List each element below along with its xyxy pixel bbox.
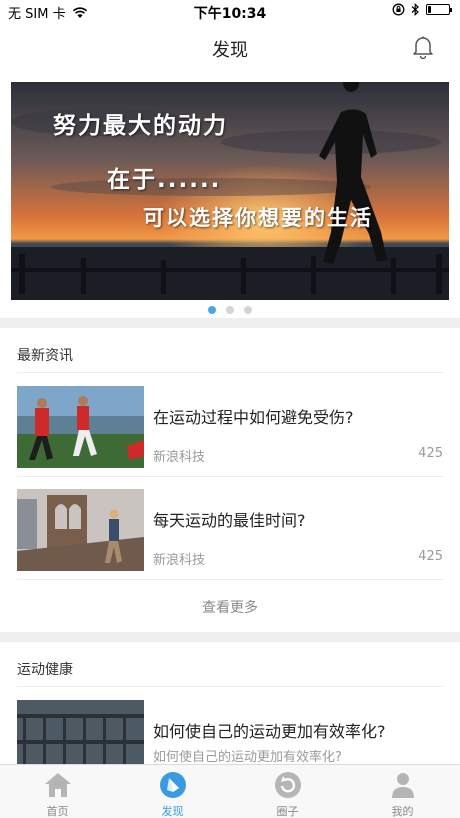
- tab-label: 我的: [391, 805, 414, 818]
- news-title: 如何使自己的运动更加有效率化?: [153, 722, 386, 741]
- tab-label: 圈子: [276, 805, 299, 818]
- divider: [17, 476, 443, 477]
- news-title: 在运动过程中如何避免受伤?: [153, 408, 354, 427]
- news-subtitle: 如何使自己的运动更加有效率化?: [153, 750, 342, 765]
- person-icon: [391, 773, 414, 798]
- status-bar: 无 SIM 卡 下午10:34: [0, 0, 460, 24]
- news-thumbnail: [17, 489, 144, 571]
- news-source: 新浪科技: [153, 553, 206, 568]
- banner-text-line-3: 可以选择你想要的生活: [143, 206, 373, 230]
- section-divider: [0, 318, 460, 328]
- banner-text-line-1: 努力最大的动力: [53, 113, 228, 139]
- carousel-dot[interactable]: [226, 306, 234, 314]
- battery-icon: [426, 4, 452, 15]
- news-thumbnail: [17, 386, 144, 468]
- divider: [17, 686, 443, 687]
- banner-text-line-2: 在于......: [107, 167, 222, 193]
- carousel-dots[interactable]: [0, 306, 460, 314]
- tab-label: 发现: [161, 805, 184, 818]
- tab-discover[interactable]: 发现: [115, 765, 230, 818]
- divider: [17, 579, 443, 580]
- news-title: 每天运动的最佳时间?: [153, 511, 306, 530]
- tab-home[interactable]: 首页: [0, 765, 115, 818]
- news-source: 新浪科技: [153, 450, 206, 465]
- compass-icon: [159, 772, 186, 798]
- home-icon: [44, 773, 71, 797]
- news-item[interactable]: 在运动过程中如何避免受伤? 新浪科技 425: [17, 386, 443, 468]
- view-more-link[interactable]: 查看更多: [0, 597, 460, 617]
- circle-refresh-icon: [274, 772, 301, 798]
- news-view-count: 425: [418, 446, 443, 461]
- bluetooth-icon: [411, 3, 419, 16]
- page-title: 发现: [212, 40, 248, 61]
- tab-profile[interactable]: 我的: [345, 765, 460, 818]
- news-item[interactable]: 每天运动的最佳时间? 新浪科技 425: [17, 489, 443, 571]
- nav-bar: 发现: [0, 24, 460, 70]
- divider: [17, 372, 443, 373]
- banner-carousel[interactable]: 努力最大的动力 在于...... 可以选择你想要的生活: [11, 82, 449, 300]
- status-right: [392, 3, 452, 16]
- status-time: 下午10:34: [193, 6, 267, 22]
- section-title-health: 运动健康: [17, 662, 73, 678]
- bell-icon[interactable]: [412, 35, 434, 59]
- battery-level: [428, 6, 431, 13]
- tab-label: 首页: [46, 805, 69, 818]
- section-title-news: 最新资讯: [17, 348, 73, 364]
- section-divider: [0, 632, 460, 642]
- news-view-count: 425: [418, 549, 443, 564]
- carousel-dot[interactable]: [244, 306, 252, 314]
- tab-bar: 首页 发现 圈子 我的: [0, 764, 460, 818]
- carousel-dot[interactable]: [208, 306, 216, 314]
- orientation-lock-icon: [392, 3, 405, 16]
- tab-circle[interactable]: 圈子: [230, 765, 345, 818]
